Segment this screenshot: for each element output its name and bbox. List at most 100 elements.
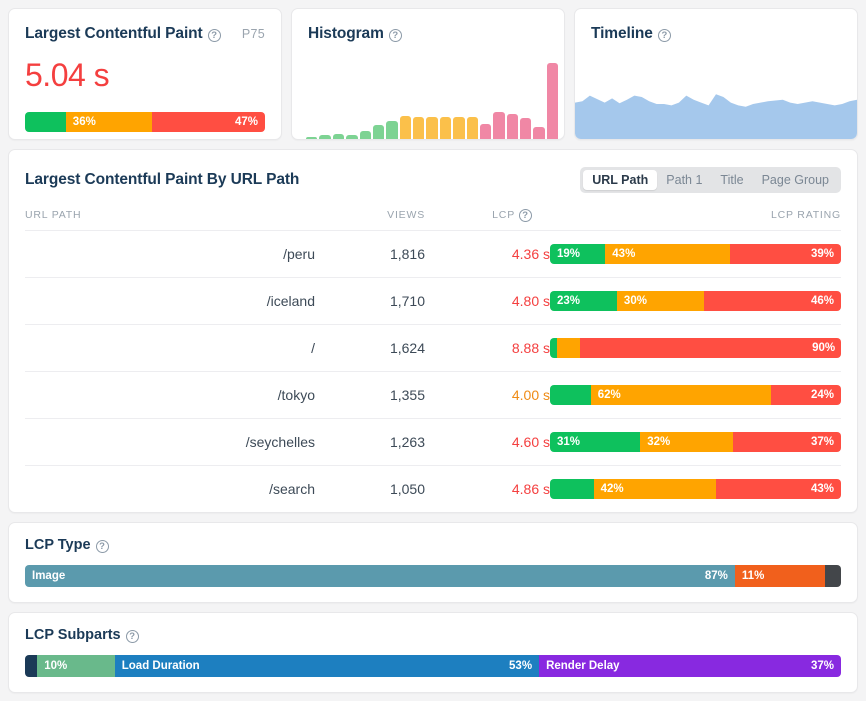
row-rating-bar: 42% 43% <box>550 479 841 499</box>
row-rating-segment: 62% <box>590 385 772 405</box>
timeline-chart <box>575 69 857 139</box>
cell-views: 1,624 <box>315 324 425 372</box>
question-mark-icon[interactable]: ? <box>207 28 221 42</box>
lcp-type-segment-value: 87% <box>704 570 728 582</box>
question-mark-icon[interactable]: ? <box>519 209 532 222</box>
histogram-card-title-group: Histogram ? <box>308 25 402 43</box>
timeline-area-svg <box>575 94 857 139</box>
table-row[interactable]: /search 1,050 4.86 s 42% 43% <box>25 466 841 513</box>
cell-views: 1,050 <box>389 481 425 497</box>
histogram-bar <box>533 127 545 139</box>
cell-lcp-rating: 90% <box>550 324 841 372</box>
cell-url-path[interactable]: / <box>25 324 315 372</box>
table-row[interactable]: /peru 1,816 4.36 s 19% 43% 39% <box>25 230 841 278</box>
group-toggle-option-url-path[interactable]: URL Path <box>583 170 658 190</box>
column-header-lcp[interactable]: LCP ? <box>425 196 550 231</box>
row-rating-segment: 30% <box>616 291 705 311</box>
lcp-value: 5.04 s <box>25 57 110 93</box>
lcp-rating-segment <box>25 112 66 132</box>
cell-lcp-rating: 23% 30% 46% <box>550 277 841 325</box>
histogram-bar <box>453 116 465 139</box>
histogram-bar <box>332 133 345 139</box>
question-mark-icon[interactable]: ? <box>657 28 671 42</box>
histogram-bar <box>372 125 385 139</box>
cell-views: 1,816 <box>315 230 425 278</box>
cell-url-path[interactable]: /seychelles <box>25 418 315 466</box>
table-header-row-cells: URL PATH VIEWS LCP ? LCP RATING <box>25 196 841 231</box>
lcp-type-segment-label: Image <box>32 570 66 582</box>
lcp-subparts-bar: 10% Load Duration 53% Render Delay 37% <box>25 655 841 677</box>
histogram-bar <box>520 117 532 139</box>
lcp-subparts-card: LCP Subparts ? 10% Load Duration 53% Render… <box>8 612 858 693</box>
histogram-card-title: Histogram <box>308 25 384 42</box>
histogram-bar <box>359 130 371 139</box>
lcp-card-header: Largest Contentful Paint ? P75 <box>25 25 265 43</box>
table-body: /peru 1,816 4.36 s 19% 43% 39%/iceland 1,710 4.… <box>25 230 841 513</box>
cell-url-path[interactable]: /peru <box>25 230 315 278</box>
lcp-subparts-segment: Render Delay 37% <box>539 655 841 677</box>
histogram-bar <box>546 63 559 139</box>
row-rating-segment <box>550 479 594 499</box>
cell-views: 1,355 <box>315 371 425 419</box>
group-toggle-option-title[interactable]: Title <box>711 170 752 190</box>
row-rating-segment: 43% <box>715 479 841 499</box>
cell-url-path[interactable]: /iceland <box>25 277 315 325</box>
timeline-area-path <box>575 94 857 139</box>
histogram-bar <box>386 121 398 139</box>
table-row[interactable]: /seychelles 1,263 4.60 s 31% 32% 37% <box>25 418 841 466</box>
lcp-subparts-segment: 10% <box>37 655 115 677</box>
lcp-type-bar: Image 87% 11% <box>25 565 841 587</box>
row-rating-segment: 32% <box>640 432 734 452</box>
row-rating-bar: 62% 24% <box>550 385 841 405</box>
dashboard-page: Largest Contentful Paint ? P75 5.04 s 36… <box>0 0 866 701</box>
group-toggle-option-path-1[interactable]: Path 1 <box>657 170 711 190</box>
timeline-card-title-group: Timeline ? <box>591 25 671 43</box>
column-header-lcp-rating[interactable]: LCP RATING <box>550 196 841 231</box>
question-mark-icon[interactable]: ? <box>95 539 109 553</box>
histogram-bar <box>506 113 518 139</box>
histogram-bar <box>439 116 452 139</box>
histogram-bar <box>479 124 492 139</box>
row-rating-segment: 90% <box>580 338 841 358</box>
timeline-card-title: Timeline <box>591 25 653 42</box>
cell-lcp: 4.60 s <box>425 418 550 466</box>
histogram-bar <box>493 111 505 139</box>
column-header-lcp-label: LCP <box>492 208 515 221</box>
table-row[interactable]: /1,624 8.88 s 90% <box>25 324 841 372</box>
row-rating-segment <box>550 338 557 358</box>
lcp-type-title: LCP Type <box>25 537 91 553</box>
cell-lcp-rating: 62% 24% <box>550 371 841 419</box>
lcp-rating-bar-wrap: 36% 47% <box>25 112 265 132</box>
histogram-bar <box>346 134 358 139</box>
cell-lcp: 8.88 s <box>425 324 550 372</box>
question-mark-icon[interactable]: ? <box>388 28 402 42</box>
table-row[interactable]: /iceland 1,710 4.80 s 23% 30% 46% <box>25 277 841 325</box>
cell-url-path[interactable]: /tokyo <box>25 371 315 419</box>
cell-lcp-rating: 31% 32% 37% <box>550 418 841 466</box>
table-row[interactable]: /tokyo 1,355 4.00 s 62% 24% <box>25 371 841 419</box>
lcp-type-segment: 11% <box>734 565 825 587</box>
group-toggle-option-page-group[interactable]: Page Group <box>753 170 838 190</box>
row-rating-segment: 31% <box>550 432 641 452</box>
lcp-summary-card: Largest Contentful Paint ? P75 5.04 s 36… <box>8 8 282 140</box>
row-rating-segment: 46% <box>704 291 841 311</box>
lcp-subparts-title: LCP Subparts <box>25 627 121 643</box>
cell-lcp: 4.86 s <box>511 481 550 497</box>
histogram-bar <box>319 134 331 139</box>
lcp-subparts-segment-label: Render Delay <box>546 660 620 672</box>
lcp-subparts-bar-wrap: 10% Load Duration 53% Render Delay 37% <box>25 655 841 677</box>
column-header-views[interactable]: VIEWS <box>315 196 425 231</box>
row-rating-segment: 39% <box>730 244 841 264</box>
histogram-bar <box>306 136 318 139</box>
lcp-card-title-group: Largest Contentful Paint ? <box>25 25 221 43</box>
cell-views: 1,710 <box>315 277 425 325</box>
lcp-subparts-segment-value: 37% <box>810 660 834 672</box>
cell-lcp: 4.00 s <box>425 371 550 419</box>
timeline-card: Timeline ? <box>574 8 858 140</box>
row-rating-segment: 24% <box>771 385 841 405</box>
column-header-url-path[interactable]: URL PATH <box>25 196 315 231</box>
group-by-toggle[interactable]: URL Path Path 1 Title Page Group <box>580 167 841 193</box>
lcp-subparts-segment-value: 53% <box>509 660 533 672</box>
question-mark-icon[interactable]: ? <box>125 629 139 643</box>
cell-url-path[interactable]: /search <box>25 466 315 513</box>
